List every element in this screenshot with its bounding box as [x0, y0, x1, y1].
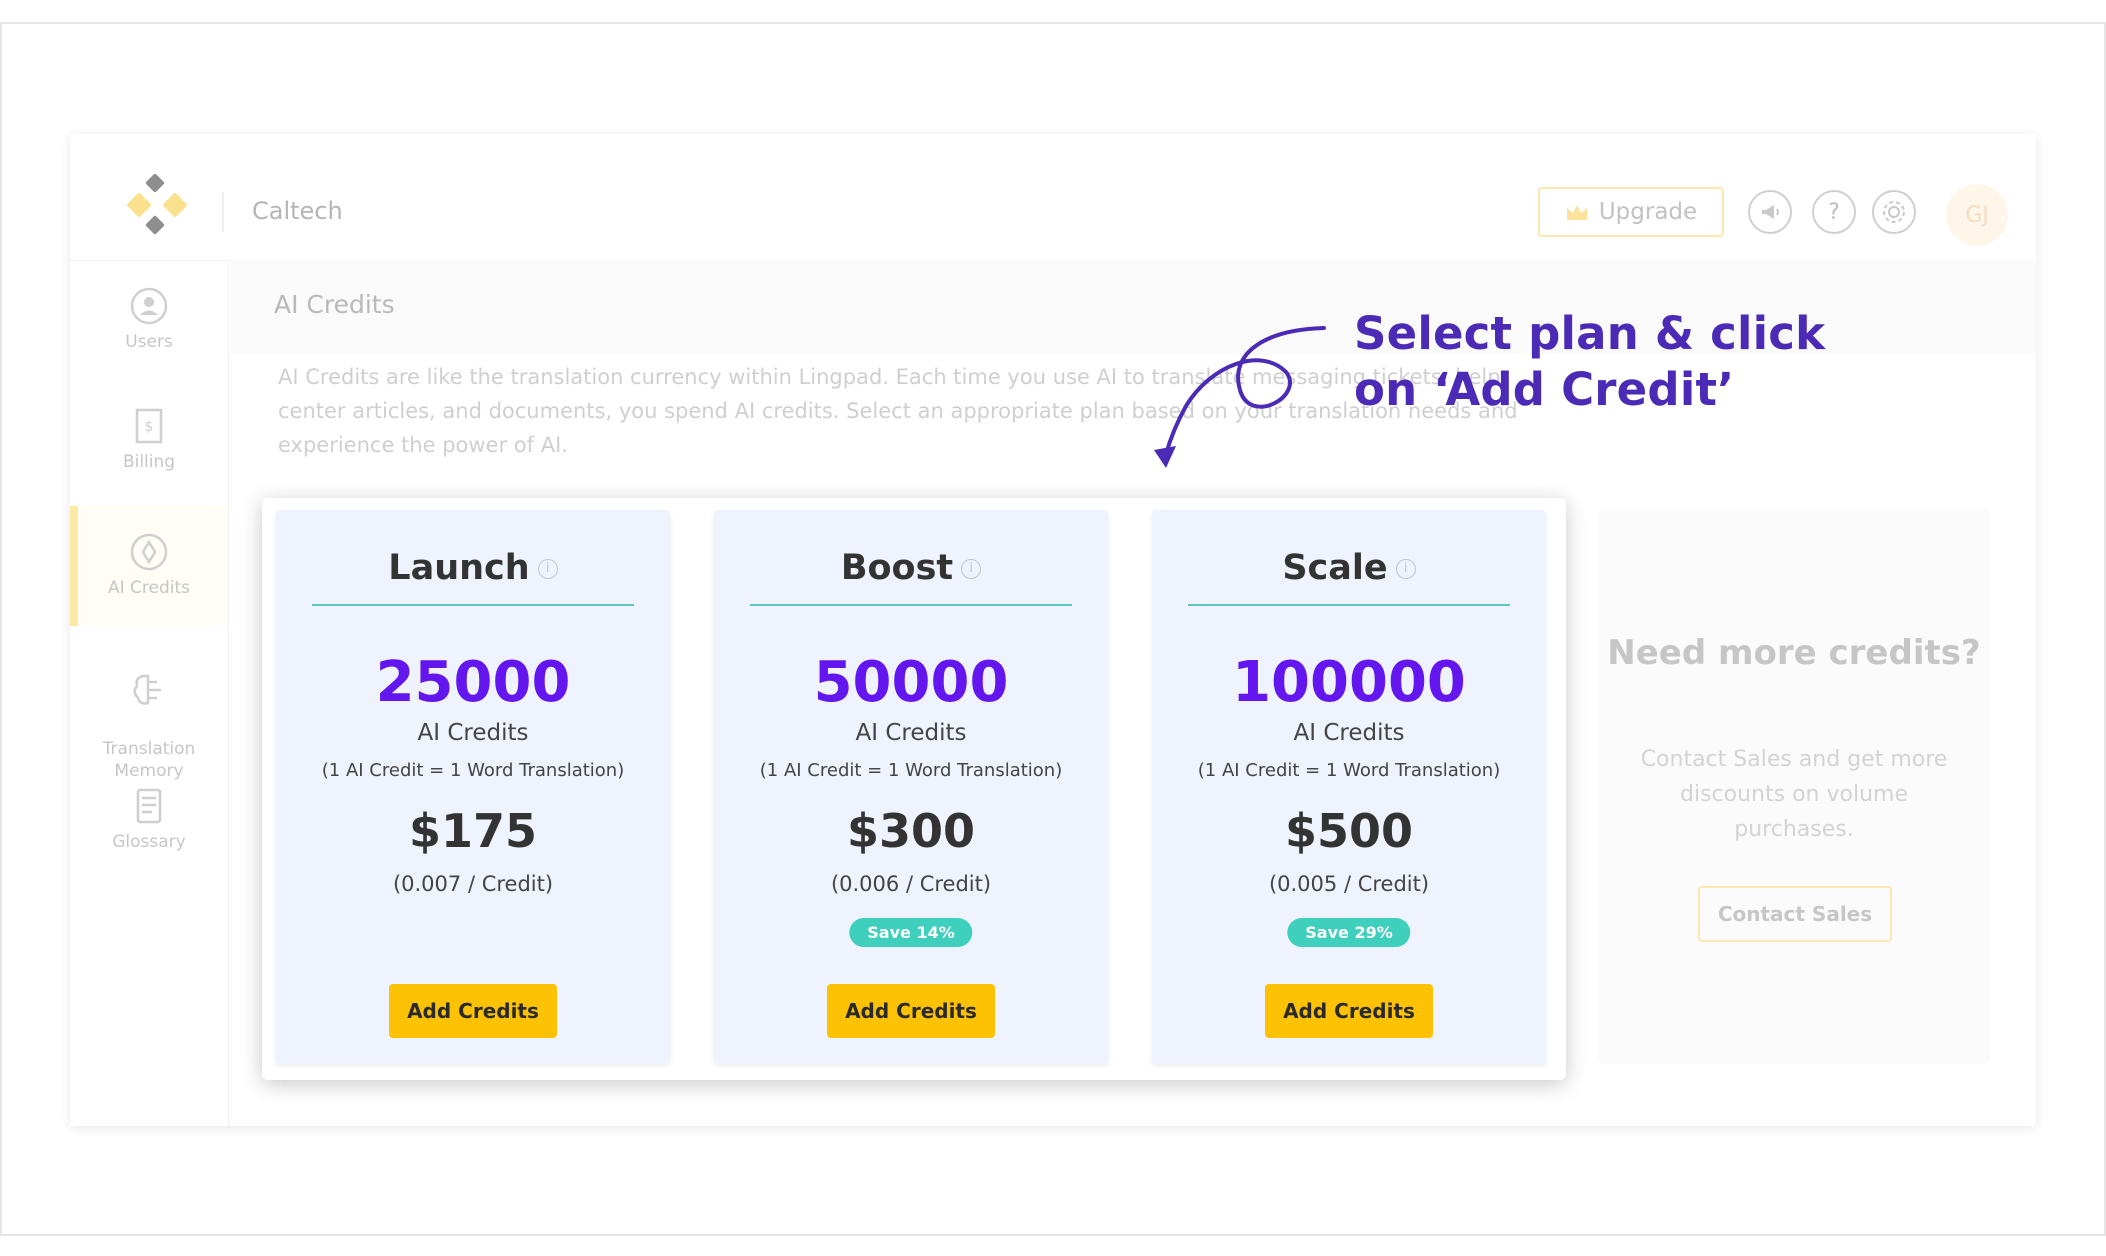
sidebar-item-label: Billing	[122, 452, 176, 472]
plan-credits-label: AI Credits	[1293, 720, 1405, 746]
sidebar-item-label: Translation Memory	[102, 739, 196, 781]
megaphone-icon	[1762, 205, 1779, 219]
page-title: AI Credits	[274, 290, 395, 319]
plans-panel: Launch i 25000 AI Credits (1 AI Credit = …	[262, 498, 1566, 1080]
gear-icon	[1883, 201, 1905, 223]
user-icon	[130, 287, 168, 325]
annotation-callout: Select plan & click on ‘Add Credit’	[1354, 306, 1825, 418]
plan-name-text: Launch	[388, 548, 530, 588]
contact-sales-button[interactable]: Contact Sales	[1698, 886, 1892, 942]
plan-credit-note: (1 AI Credit = 1 Word Translation)	[759, 760, 1063, 781]
crown-icon	[1566, 205, 1587, 220]
plan-card-boost: Boost i 50000 AI Credits (1 AI Credit = 1…	[714, 510, 1108, 1064]
sidebar-item-translation-memory[interactable]: Translation Memory	[70, 648, 228, 781]
plan-credits: 25000	[375, 650, 571, 715]
annotation-arrow-icon	[1154, 326, 1326, 468]
save-badge: Save 14%	[849, 918, 973, 947]
plan-credit-note: (1 AI Credit = 1 Word Translation)	[1197, 760, 1501, 781]
plan-credits-label: AI Credits	[855, 720, 967, 746]
need-more-credits-card: Need more credits? Contact Sales and get…	[1598, 508, 1990, 1064]
org-name: Caltech	[252, 197, 343, 225]
plan-card-launch: Launch i 25000 AI Credits (1 AI Credit = …	[276, 510, 670, 1064]
user-avatar[interactable]: GJ	[1946, 184, 2008, 246]
plan-name-text: Scale	[1282, 548, 1388, 588]
save-badge: Save 29%	[1287, 918, 1411, 947]
brain-icon	[133, 674, 161, 705]
plan-per-credit: (0.007 / Credit)	[392, 872, 554, 896]
annotation-line-2: on ‘Add Credit’	[1354, 363, 1735, 416]
sidebar-item-label: Users	[125, 332, 173, 352]
sidebar-item-ai-credits[interactable]: AI Credits	[70, 506, 228, 626]
plan-price: $300	[846, 804, 976, 858]
plan-name: Boost i	[714, 548, 1108, 588]
lingpad-logo-icon	[127, 174, 187, 235]
announcement-icon[interactable]	[1748, 190, 1792, 234]
info-icon[interactable]: i	[961, 559, 982, 579]
plan-name-text: Boost	[840, 548, 954, 588]
upgrade-label: Upgrade	[1598, 199, 1698, 225]
plan-divider	[1188, 604, 1510, 606]
upgrade-button[interactable]: Upgrade	[1538, 187, 1724, 237]
info-icon[interactable]: i	[1395, 559, 1416, 579]
billing-icon: $	[135, 408, 163, 444]
add-credits-button[interactable]: Add Credits	[827, 984, 995, 1038]
plan-per-credit: (0.005 / Credit)	[1268, 872, 1430, 896]
plan-price: $175	[408, 804, 538, 858]
plan-name: Launch i	[276, 548, 670, 588]
sidebar-item-users[interactable]: Users	[70, 286, 228, 376]
annotation-line-1: Select plan & click	[1354, 307, 1826, 360]
plan-divider	[750, 604, 1072, 606]
top-bar: Caltech Upgrade ? GJ	[70, 134, 2036, 261]
settings-icon[interactable]	[1872, 190, 1916, 234]
sidebar: Users $ Billing AI Credits Translation M…	[70, 260, 229, 1126]
plan-per-credit: (0.006 / Credit)	[830, 872, 992, 896]
plan-credits: 100000	[1232, 650, 1466, 715]
add-credits-button[interactable]: Add Credits	[389, 984, 557, 1038]
plan-credits: 50000	[813, 650, 1009, 715]
info-icon[interactable]: i	[537, 559, 558, 579]
sidebar-item-billing[interactable]: $ Billing	[70, 406, 228, 496]
plan-card-scale: Scale i 100000 AI Credits (1 AI Credit = …	[1152, 510, 1546, 1064]
sidebar-item-label: Glossary	[112, 832, 186, 852]
need-more-description: Contact Sales and get more discounts on …	[1640, 747, 1948, 842]
ai-credits-icon	[130, 533, 168, 571]
svg-text:$: $	[145, 419, 154, 435]
sidebar-item-label: AI Credits	[107, 578, 191, 598]
plan-price: $500	[1284, 804, 1414, 858]
add-credits-button[interactable]: Add Credits	[1265, 984, 1433, 1038]
help-icon[interactable]: ?	[1812, 190, 1856, 234]
glossary-icon	[136, 788, 162, 824]
plan-divider	[312, 604, 634, 606]
header-divider	[222, 192, 224, 232]
sidebar-item-glossary[interactable]: Glossary	[70, 786, 228, 876]
plan-credits-label: AI Credits	[417, 720, 529, 746]
plan-credit-note: (1 AI Credit = 1 Word Translation)	[321, 760, 625, 781]
plan-name: Scale i	[1152, 548, 1546, 588]
need-more-title: Need more credits?	[1607, 633, 1981, 673]
